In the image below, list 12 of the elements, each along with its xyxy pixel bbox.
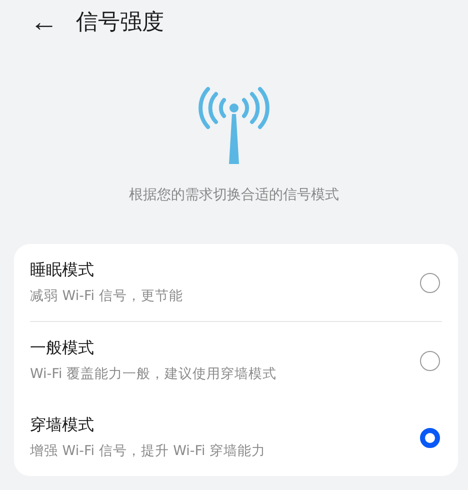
back-button[interactable]: ← bbox=[30, 8, 58, 36]
mode-description: 增强 Wi-Fi 信号，提升 Wi-Fi 穿墙能力 bbox=[30, 442, 267, 460]
caption: 根据您的需求切换合适的信号模式 bbox=[128, 186, 340, 204]
radio-button[interactable] bbox=[420, 428, 440, 448]
mode-title: 睡眠模式 bbox=[30, 260, 95, 281]
page-title: 信号强度 bbox=[76, 9, 164, 37]
mode-description: Wi-Fi 覆盖能力一般，建议使用穿墙模式 bbox=[30, 365, 278, 383]
mode-title: 穿墙模式 bbox=[30, 415, 95, 436]
mode-description: 减弱 Wi-Fi 信号，更节能 bbox=[30, 287, 184, 305]
mode-title: 一般模式 bbox=[30, 338, 95, 359]
radio-button[interactable] bbox=[420, 272, 440, 292]
radio-button[interactable] bbox=[420, 350, 440, 370]
